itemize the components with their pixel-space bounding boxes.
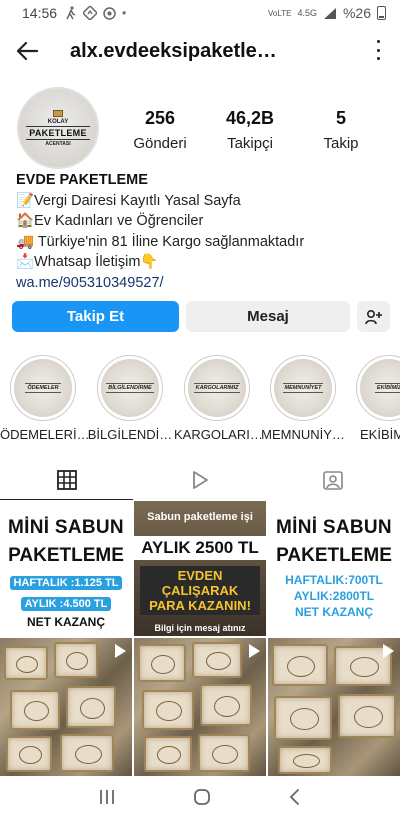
battery-icon (377, 6, 386, 20)
post-thumbnail[interactable]: Sabun paketleme işi AYLIK 2500 TL EVDEN … (134, 501, 266, 636)
post-weekly: HAFTALIK:700TL (285, 573, 383, 587)
add-person-icon (364, 309, 382, 324)
box-logo-icon (53, 109, 63, 117)
post-title-line1: Sabun paketleme işi (147, 511, 253, 523)
system-nav-bar (0, 776, 400, 822)
volte-indicator: VoLTE (268, 8, 292, 18)
highlight-caption: EKİBİM (360, 427, 400, 442)
post-title-line3: EVDEN ÇALIŞARAK (161, 568, 239, 598)
home-icon (194, 788, 210, 805)
recent-apps-icon (100, 789, 115, 804)
highlight-caption: BİLGİLENDİ… (87, 427, 173, 442)
profile-name: EVDE PAKETLEME (16, 172, 148, 188)
stat-posts-value: 256 (144, 108, 176, 128)
stat-following-value: 5 (335, 108, 346, 128)
network-type: 4.5G (297, 8, 317, 18)
post-title-line2: AYLIK 2500 TL (134, 536, 266, 560)
back-arrow-icon (16, 41, 39, 61)
post-title-line1: MİNİ SABUN (276, 517, 392, 538)
stat-posts[interactable]: 256 Gönderi (130, 108, 190, 152)
tagged-person-icon (323, 471, 344, 490)
chevron-left-icon (289, 788, 299, 805)
highlight-caption: MEMNUNİY… (261, 427, 345, 442)
profile-header: alx.evdeeksipaketle… (0, 26, 400, 76)
stat-following[interactable]: 5 Takip (315, 108, 367, 152)
follow-button[interactable]: Takip Et (12, 301, 179, 332)
walking-icon (66, 6, 76, 20)
avatar-line3: ACENTASI (45, 140, 71, 147)
bio-line: 📝Vergi Dairesi Kayıtlı Yasal Sayfa (16, 192, 241, 209)
post-title-line2: PAKETLEME (8, 545, 124, 566)
stat-followers[interactable]: 46,2B Takipçi (215, 108, 285, 152)
post-thumbnail[interactable]: MİNİ SABUN PAKETLEME HAFTALIK :1.125 TL … (0, 501, 132, 636)
highlight-badge: KARGOLARIMIZ (193, 383, 241, 393)
video-play-icon (115, 644, 126, 658)
post-weekly-pill: HAFTALIK :1.125 TL (9, 576, 123, 590)
bio-line: 📩Whatsap İletişim👇 (16, 254, 159, 270)
message-button[interactable]: Mesaj (186, 301, 350, 332)
profile-tabs (0, 460, 400, 500)
tab-tagged[interactable] (267, 460, 400, 500)
status-right: VoLTE 4.5G %26 (268, 5, 386, 21)
video-play-icon (249, 644, 260, 658)
more-options-button[interactable] (374, 40, 382, 60)
dot-icon: • (122, 6, 127, 20)
tab-posts-grid[interactable] (0, 460, 134, 500)
profile-bio: EVDE PAKETLEME 📝Vergi Dairesi Kayıtlı Ya… (16, 170, 386, 293)
tab-reels[interactable] (133, 460, 266, 500)
avatar-line1: KOLAY (47, 118, 69, 125)
highlight-memnuniyet[interactable]: MEMNUNİYET MEMNUNİY… (261, 355, 345, 442)
navigation-icon (83, 6, 98, 20)
post-net-label: NET KAZANÇ (295, 605, 373, 619)
post-thumbnail[interactable]: MİNİ SABUN PAKETLEME HAFTALIK:700TL AYLI… (268, 501, 400, 636)
highlight-kargolarimiz[interactable]: KARGOLARIMIZ KARGOLARI… (174, 355, 263, 442)
post-title-line1: MİNİ SABUN (8, 517, 124, 538)
post-photo-video[interactable] (134, 638, 266, 776)
profile-avatar[interactable]: KOLAY PAKETLEME ACENTASI (17, 87, 99, 169)
post-photo-video[interactable] (268, 638, 400, 776)
status-notification-icons: • (65, 6, 126, 20)
highlight-caption: KARGOLARI… (174, 427, 263, 442)
status-time: 14:56 (22, 5, 58, 21)
stat-followers-label: Takipçi (227, 135, 273, 152)
home-button[interactable] (193, 788, 211, 811)
post-monthly: AYLIK:2800TL (293, 589, 375, 603)
status-bar: 14:56 • VoLTE 4.5G %26 (0, 0, 400, 26)
highlight-caption: ÖDEMELERİ… (0, 427, 90, 442)
battery-percent: %26 (342, 5, 371, 21)
stat-following-label: Takip (323, 135, 359, 152)
highlight-badge: ÖDEMELER (25, 383, 61, 393)
highlight-badge: EKİBİMİZ (374, 383, 400, 393)
bio-line: 🚚 Türkiye'nin 81 İline Kargo sağlanmakta… (16, 233, 305, 250)
highlight-bilgilendirme[interactable]: BİLGİLENDİRME BİLGİLENDİ… (88, 355, 172, 442)
post-title-line4: PARA KAZANIN! (149, 598, 251, 613)
post-footer: Bilgi için mesaj atınız (154, 623, 246, 633)
post-monthly-pill: AYLIK :4.500 TL (20, 597, 112, 611)
chrome-icon (103, 6, 116, 20)
stat-posts-label: Gönderi (133, 135, 187, 152)
recent-apps-button[interactable] (98, 789, 116, 810)
grid-icon (56, 470, 77, 490)
highlight-odemeler[interactable]: ÖDEMELER ÖDEMELERİ… (0, 355, 90, 442)
reels-play-icon (193, 471, 208, 489)
post-banner: EVDEN ÇALIŞARAK PARA KAZANIN! (140, 566, 260, 615)
video-play-icon (383, 644, 394, 658)
post-net-label: NET KAZANÇ (27, 615, 105, 629)
suggest-people-button[interactable] (357, 301, 390, 332)
system-back-button[interactable] (288, 788, 302, 811)
post-title-line2: PAKETLEME (276, 545, 392, 566)
profile-link[interactable]: wa.me/905310349527/ (16, 273, 386, 294)
post-photo-video[interactable] (0, 638, 132, 776)
signal-icon (323, 7, 336, 19)
highlight-badge: MEMNUNİYET (282, 383, 324, 393)
highlight-ekibimiz[interactable]: EKİBİMİZ EKİBİM (356, 355, 400, 442)
avatar-line2: PAKETLEME (26, 125, 90, 140)
profile-username: alx.evdeeksipaketle… (70, 39, 277, 62)
back-button[interactable] (0, 26, 54, 76)
highlight-badge: BİLGİLENDİRME (106, 383, 154, 393)
bio-line: 🏠Ev Kadınları ve Öğrenciler (16, 213, 204, 229)
stat-followers-value: 46,2B (225, 108, 275, 128)
